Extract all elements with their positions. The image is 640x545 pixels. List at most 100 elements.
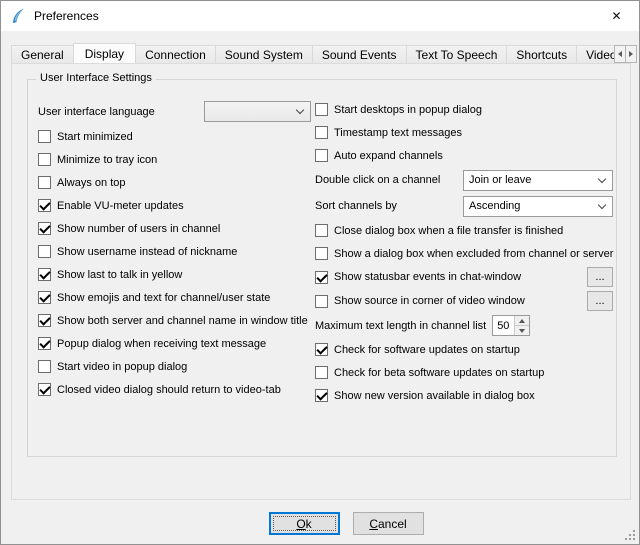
vu-meter-checkbox[interactable] [38, 199, 51, 212]
emojis-checkbox[interactable] [38, 291, 51, 304]
checkbox-label: Start desktops in popup dialog [334, 104, 482, 116]
max-text-length-value: 50 [493, 316, 514, 335]
tab-sound-events[interactable]: Sound Events [312, 45, 407, 63]
last-talk-checkbox[interactable] [38, 268, 51, 281]
checkbox-label: Minimize to tray icon [57, 154, 157, 166]
checkbox-row: Show number of users in channel [38, 217, 315, 240]
language-dropdown[interactable] [204, 101, 311, 122]
checkbox-row: Always on top [38, 171, 315, 194]
checkbox-label: Check for software updates on startup [334, 344, 520, 356]
popup-text-checkbox[interactable] [38, 337, 51, 350]
arrow-down-icon [519, 329, 525, 333]
max-text-length-label: Maximum text length in channel list [315, 320, 486, 332]
spinner-buttons [514, 316, 529, 335]
ok-button[interactable]: Ok [269, 512, 340, 535]
tab-shortcuts[interactable]: Shortcuts [506, 45, 577, 63]
username-checkbox[interactable] [38, 245, 51, 258]
chevron-down-icon [598, 174, 606, 182]
video-popup-checkbox[interactable] [38, 360, 51, 373]
checkbox-row: Show both server and channel name in win… [38, 309, 315, 332]
video-source-checkbox[interactable] [315, 295, 328, 308]
tab-text-to-speech[interactable]: Text To Speech [406, 45, 508, 63]
left-column: User interface language Start minimized … [38, 98, 315, 407]
titlebar[interactable]: Preferences ✕ [1, 1, 639, 31]
checkbox-row: Show username instead of nickname [38, 240, 315, 263]
beta-update-check-checkbox[interactable] [315, 366, 328, 379]
checkbox-row: Popup dialog when receiving text message [38, 332, 315, 355]
spinner-down-button[interactable] [515, 326, 529, 335]
statusbar-events-config-button[interactable]: ... [587, 267, 613, 287]
video-source-config-button[interactable]: ... [587, 291, 613, 311]
user-count-checkbox[interactable] [38, 222, 51, 235]
auto-expand-checkbox[interactable] [315, 149, 328, 162]
checkbox-row: Auto expand channels [315, 144, 613, 167]
tab-connection[interactable]: Connection [135, 45, 216, 63]
group-title: User Interface Settings [36, 72, 156, 84]
app-icon [10, 8, 26, 24]
checkbox-row: Show a dialog box when excluded from cha… [315, 242, 613, 265]
checkbox-label: Closed video dialog should return to vid… [57, 384, 281, 396]
arrow-right-icon [629, 51, 633, 57]
arrow-up-icon [519, 319, 525, 323]
checkbox-row: Show new version available in dialog box [315, 384, 613, 407]
statusbar-events-row: Show statusbar events in chat-window ... [315, 265, 613, 289]
right-column: Start desktops in popup dialog Timestamp… [315, 98, 613, 407]
close-button[interactable]: ✕ [594, 1, 639, 31]
checkbox-row: Start minimized [38, 125, 315, 148]
checkbox-label: Start minimized [57, 131, 133, 143]
timestamp-checkbox[interactable] [315, 126, 328, 139]
checkbox-row: Check for beta software updates on start… [315, 361, 613, 384]
checkbox-label: Show new version available in dialog box [334, 390, 535, 402]
double-click-dropdown[interactable]: Join or leave [463, 170, 613, 191]
checkbox-row: Enable VU-meter updates [38, 194, 315, 217]
resize-grip[interactable] [624, 529, 637, 542]
checkbox-row: Timestamp text messages [315, 121, 613, 144]
sort-channels-label: Sort channels by [315, 200, 397, 212]
sort-channels-dropdown[interactable]: Ascending [463, 196, 613, 217]
checkbox-label: Always on top [57, 177, 125, 189]
window-title: Preferences [34, 9, 99, 23]
video-tab-return-checkbox[interactable] [38, 383, 51, 396]
checkbox-label: Enable VU-meter updates [57, 200, 184, 212]
chevron-down-icon [598, 200, 606, 208]
double-click-row: Double click on a channel Join or leave [315, 167, 613, 193]
start-minimized-checkbox[interactable] [38, 130, 51, 143]
tab-scroll-right-button[interactable] [625, 45, 637, 63]
tab-general[interactable]: General [11, 45, 74, 63]
close-icon: ✕ [611, 9, 621, 23]
checkbox-label: Close dialog box when a file transfer is… [334, 225, 563, 237]
max-text-length-row: Maximum text length in channel list 50 [315, 313, 613, 338]
checkbox-label: Show username instead of nickname [57, 246, 237, 258]
always-on-top-checkbox[interactable] [38, 176, 51, 189]
statusbar-events-checkbox[interactable] [315, 271, 328, 284]
file-transfer-close-checkbox[interactable] [315, 224, 328, 237]
max-text-length-spinner[interactable]: 50 [492, 315, 530, 336]
ui-settings-group: User Interface Settings User interface l… [27, 79, 617, 457]
checkbox-label: Popup dialog when receiving text message [57, 338, 266, 350]
update-check-checkbox[interactable] [315, 343, 328, 356]
desktops-popup-checkbox[interactable] [315, 103, 328, 116]
checkbox-row: Closed video dialog should return to vid… [38, 378, 315, 401]
spinner-up-button[interactable] [515, 316, 529, 326]
checkbox-label: Show statusbar events in chat-window [334, 271, 521, 283]
checkbox-label: Show both server and channel name in win… [57, 315, 308, 327]
cancel-button[interactable]: Cancel [353, 512, 424, 535]
checkbox-label: Show last to talk in yellow [57, 269, 182, 281]
new-version-dialog-checkbox[interactable] [315, 389, 328, 402]
window-title-checkbox[interactable] [38, 314, 51, 327]
display-tab-panel: User Interface Settings User interface l… [11, 63, 631, 500]
tab-display[interactable]: Display [73, 43, 136, 63]
language-label: User interface language [38, 106, 198, 118]
checkbox-label: Show emojis and text for channel/user st… [57, 292, 270, 304]
minimize-tray-checkbox[interactable] [38, 153, 51, 166]
tab-scroller [615, 45, 637, 63]
tab-bar: General Display Connection Sound System … [11, 43, 621, 63]
sort-channels-value: Ascending [469, 200, 520, 212]
arrow-left-icon [618, 51, 622, 57]
checkbox-row: Show emojis and text for channel/user st… [38, 286, 315, 309]
tab-sound-system[interactable]: Sound System [215, 45, 313, 63]
excluded-dialog-checkbox[interactable] [315, 247, 328, 260]
checkbox-row: Close dialog box when a file transfer is… [315, 219, 613, 242]
checkbox-row: Show last to talk in yellow [38, 263, 315, 286]
language-row: User interface language [38, 98, 315, 125]
